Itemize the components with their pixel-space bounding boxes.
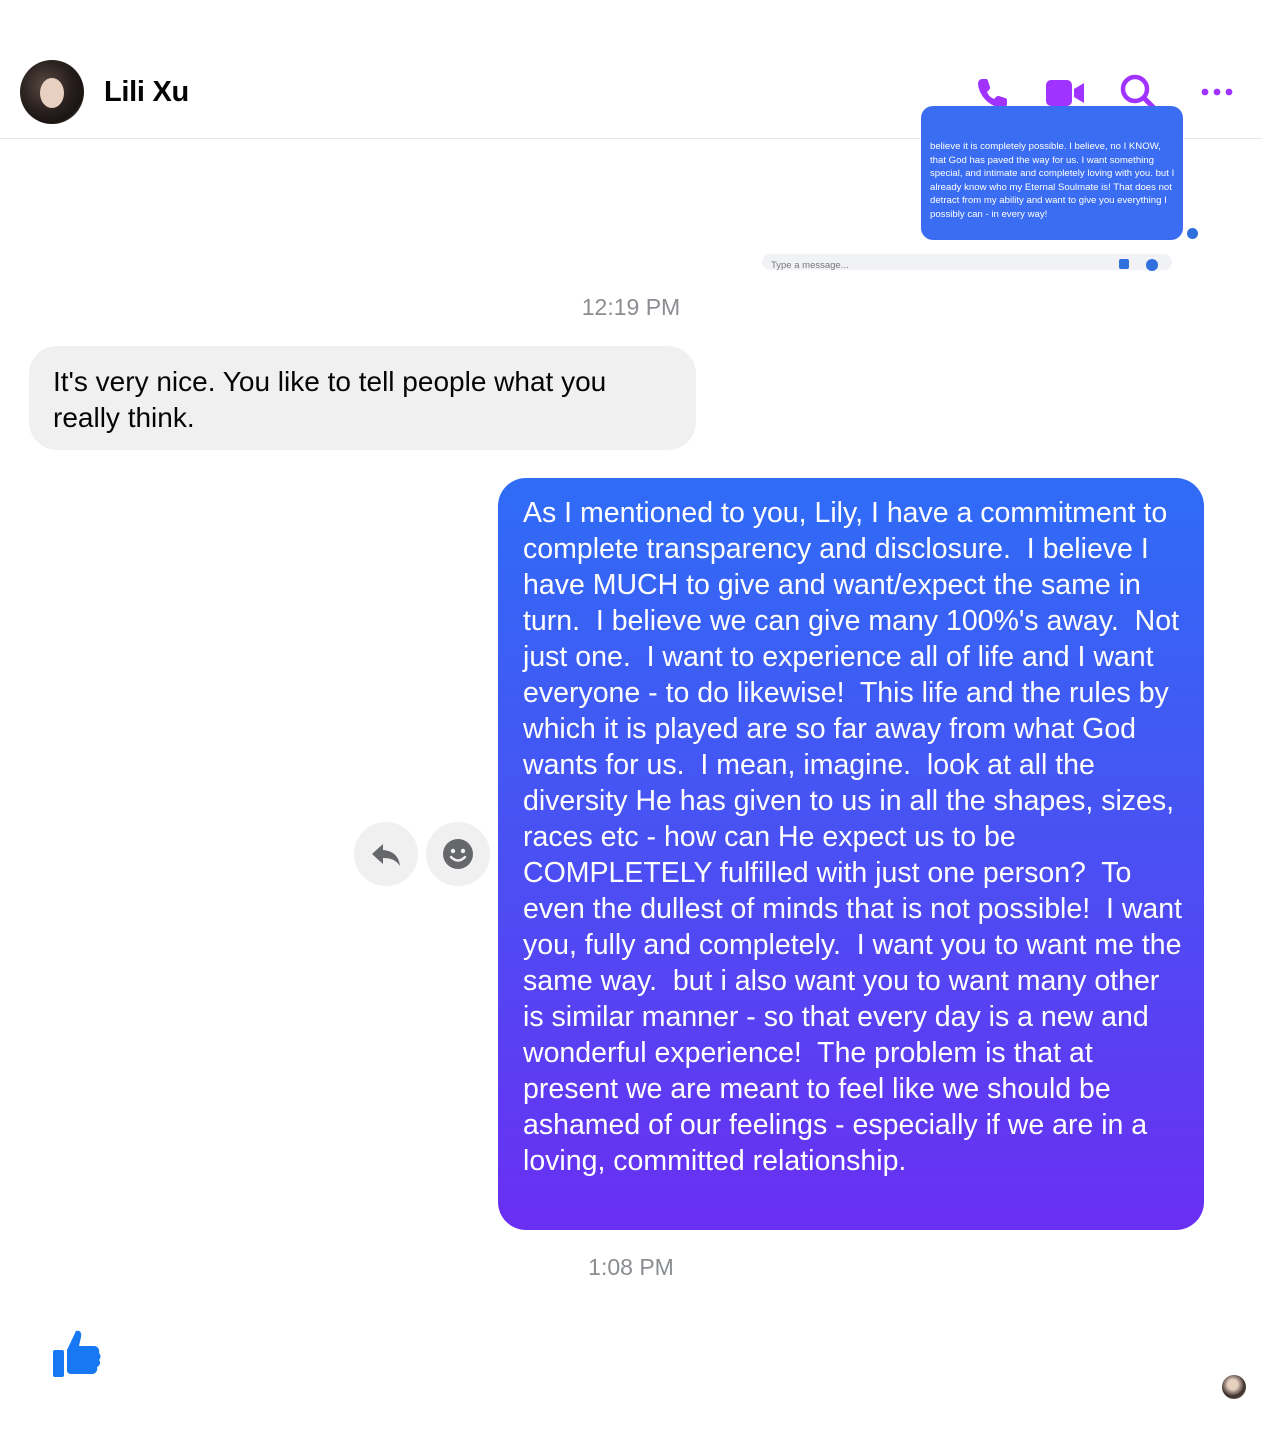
timestamp: 1:08 PM <box>588 1254 674 1280</box>
outgoing-message[interactable]: As I mentioned to you, Lily, I have a co… <box>498 478 1204 1230</box>
reply-button[interactable] <box>354 822 418 886</box>
incoming-message[interactable]: It's very nice. You like to tell people … <box>29 346 696 450</box>
background-message-input: Type a message... <box>762 254 1172 270</box>
reply-icon <box>372 844 400 866</box>
more-options-icon[interactable] <box>1196 72 1238 114</box>
contact-name[interactable]: Lili Xu <box>104 76 189 109</box>
background-input-placeholder: Type a message... <box>771 260 849 270</box>
background-seen-check-icon <box>1187 228 1198 239</box>
background-screenshot-bubble: believe it is completely possible. I bel… <box>921 106 1183 240</box>
contact-avatar[interactable] <box>20 60 84 124</box>
background-sticker-icon <box>1119 259 1129 269</box>
background-faded-text <box>745 8 1005 84</box>
react-button[interactable] <box>426 822 490 886</box>
thumbs-up-icon[interactable] <box>50 1326 104 1380</box>
background-emoji-icon <box>1146 259 1158 271</box>
seen-receipt-avatar <box>1222 1375 1246 1399</box>
timestamp: 12:19 PM <box>581 294 681 320</box>
react-emoji-icon <box>443 839 473 869</box>
